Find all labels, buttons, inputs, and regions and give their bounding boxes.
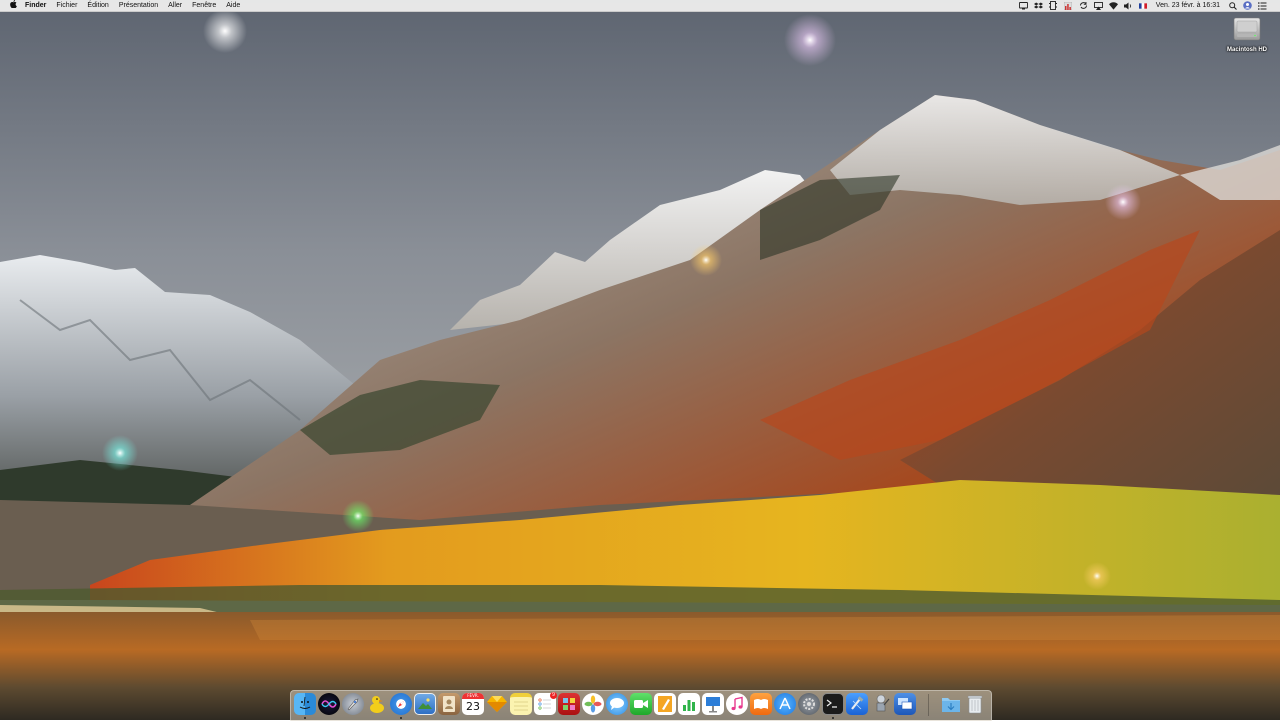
memory-icon[interactable] [1049,1,1058,10]
sketch-icon[interactable] [486,693,508,715]
notification-center-icon[interactable] [1258,1,1267,10]
flag-icon[interactable] [1139,1,1148,10]
search-icon[interactable] [1228,1,1237,10]
activity-icon[interactable] [1064,1,1073,10]
terminal-icon[interactable] [822,693,844,715]
screen-sharing-icon[interactable] [894,693,916,715]
menu-aller[interactable]: Aller [163,0,187,11]
dropbox-icon[interactable] [1033,1,1043,10]
system-preferences-icon[interactable] [798,693,820,715]
notes-icon[interactable] [510,693,532,715]
menu-bar: Finder Fichier Édition Présentation Alle… [0,0,1280,12]
calendar-day: 23 [466,700,480,713]
dock-separator [928,694,929,716]
safari-icon[interactable] [390,693,412,715]
launchpad-icon[interactable] [342,693,364,715]
desktop-wallpaper [0,0,1280,720]
menu-aide[interactable]: Aide [221,0,245,11]
trash-icon[interactable] [964,693,986,715]
running-indicator [832,717,834,719]
calendar-icon[interactable]: FÉVR. 23 [462,693,484,715]
reminders-icon[interactable]: 9 [534,692,557,715]
wifi-icon[interactable] [1108,1,1118,10]
apple-menu-icon[interactable] [6,0,20,11]
downloads-folder-icon[interactable] [940,693,962,715]
facetime-icon[interactable] [630,693,652,715]
display-icon[interactable] [1018,1,1028,10]
app-store-icon[interactable] [774,693,796,715]
menu-finder[interactable]: Finder [20,0,51,11]
automator-icon[interactable] [870,693,892,715]
finder-icon[interactable] [294,693,316,715]
airplay-icon[interactable] [1093,1,1103,10]
ibooks-icon[interactable] [750,693,772,715]
volume-icon[interactable] [1123,1,1133,10]
pages-icon[interactable] [654,693,676,715]
cyberduck-icon[interactable] [366,693,388,715]
menu-fichier[interactable]: Fichier [51,0,82,11]
numbers-icon[interactable] [678,693,700,715]
xcode-icon[interactable] [846,693,868,715]
menu-edition[interactable]: Édition [82,0,113,11]
menu-presentation[interactable]: Présentation [114,0,163,11]
sync-icon[interactable] [1079,1,1088,10]
reminders-badge: 9 [550,692,557,699]
running-indicator [400,717,402,719]
photo-booth-icon[interactable] [558,693,580,715]
hard-drive-icon[interactable] [1232,14,1262,44]
desktop-icon-macintosh-hd[interactable]: Macintosh HD [1222,14,1272,53]
photos-icon[interactable] [582,693,604,715]
menu-fenetre[interactable]: Fenêtre [187,0,221,11]
user-icon[interactable] [1243,1,1252,10]
menubar-clock[interactable]: Ven. 23 févr. à 16:31 [1151,0,1225,11]
preview-icon[interactable] [414,693,436,715]
dock: FÉVR. 23 9 [290,690,992,721]
contacts-icon[interactable] [438,693,460,715]
keynote-icon[interactable] [702,693,724,715]
desktop-icon-label: Macintosh HD [1226,47,1267,53]
siri-icon[interactable] [318,693,340,715]
itunes-icon[interactable] [726,693,748,715]
running-indicator [304,717,306,719]
messages-icon[interactable] [606,693,628,715]
